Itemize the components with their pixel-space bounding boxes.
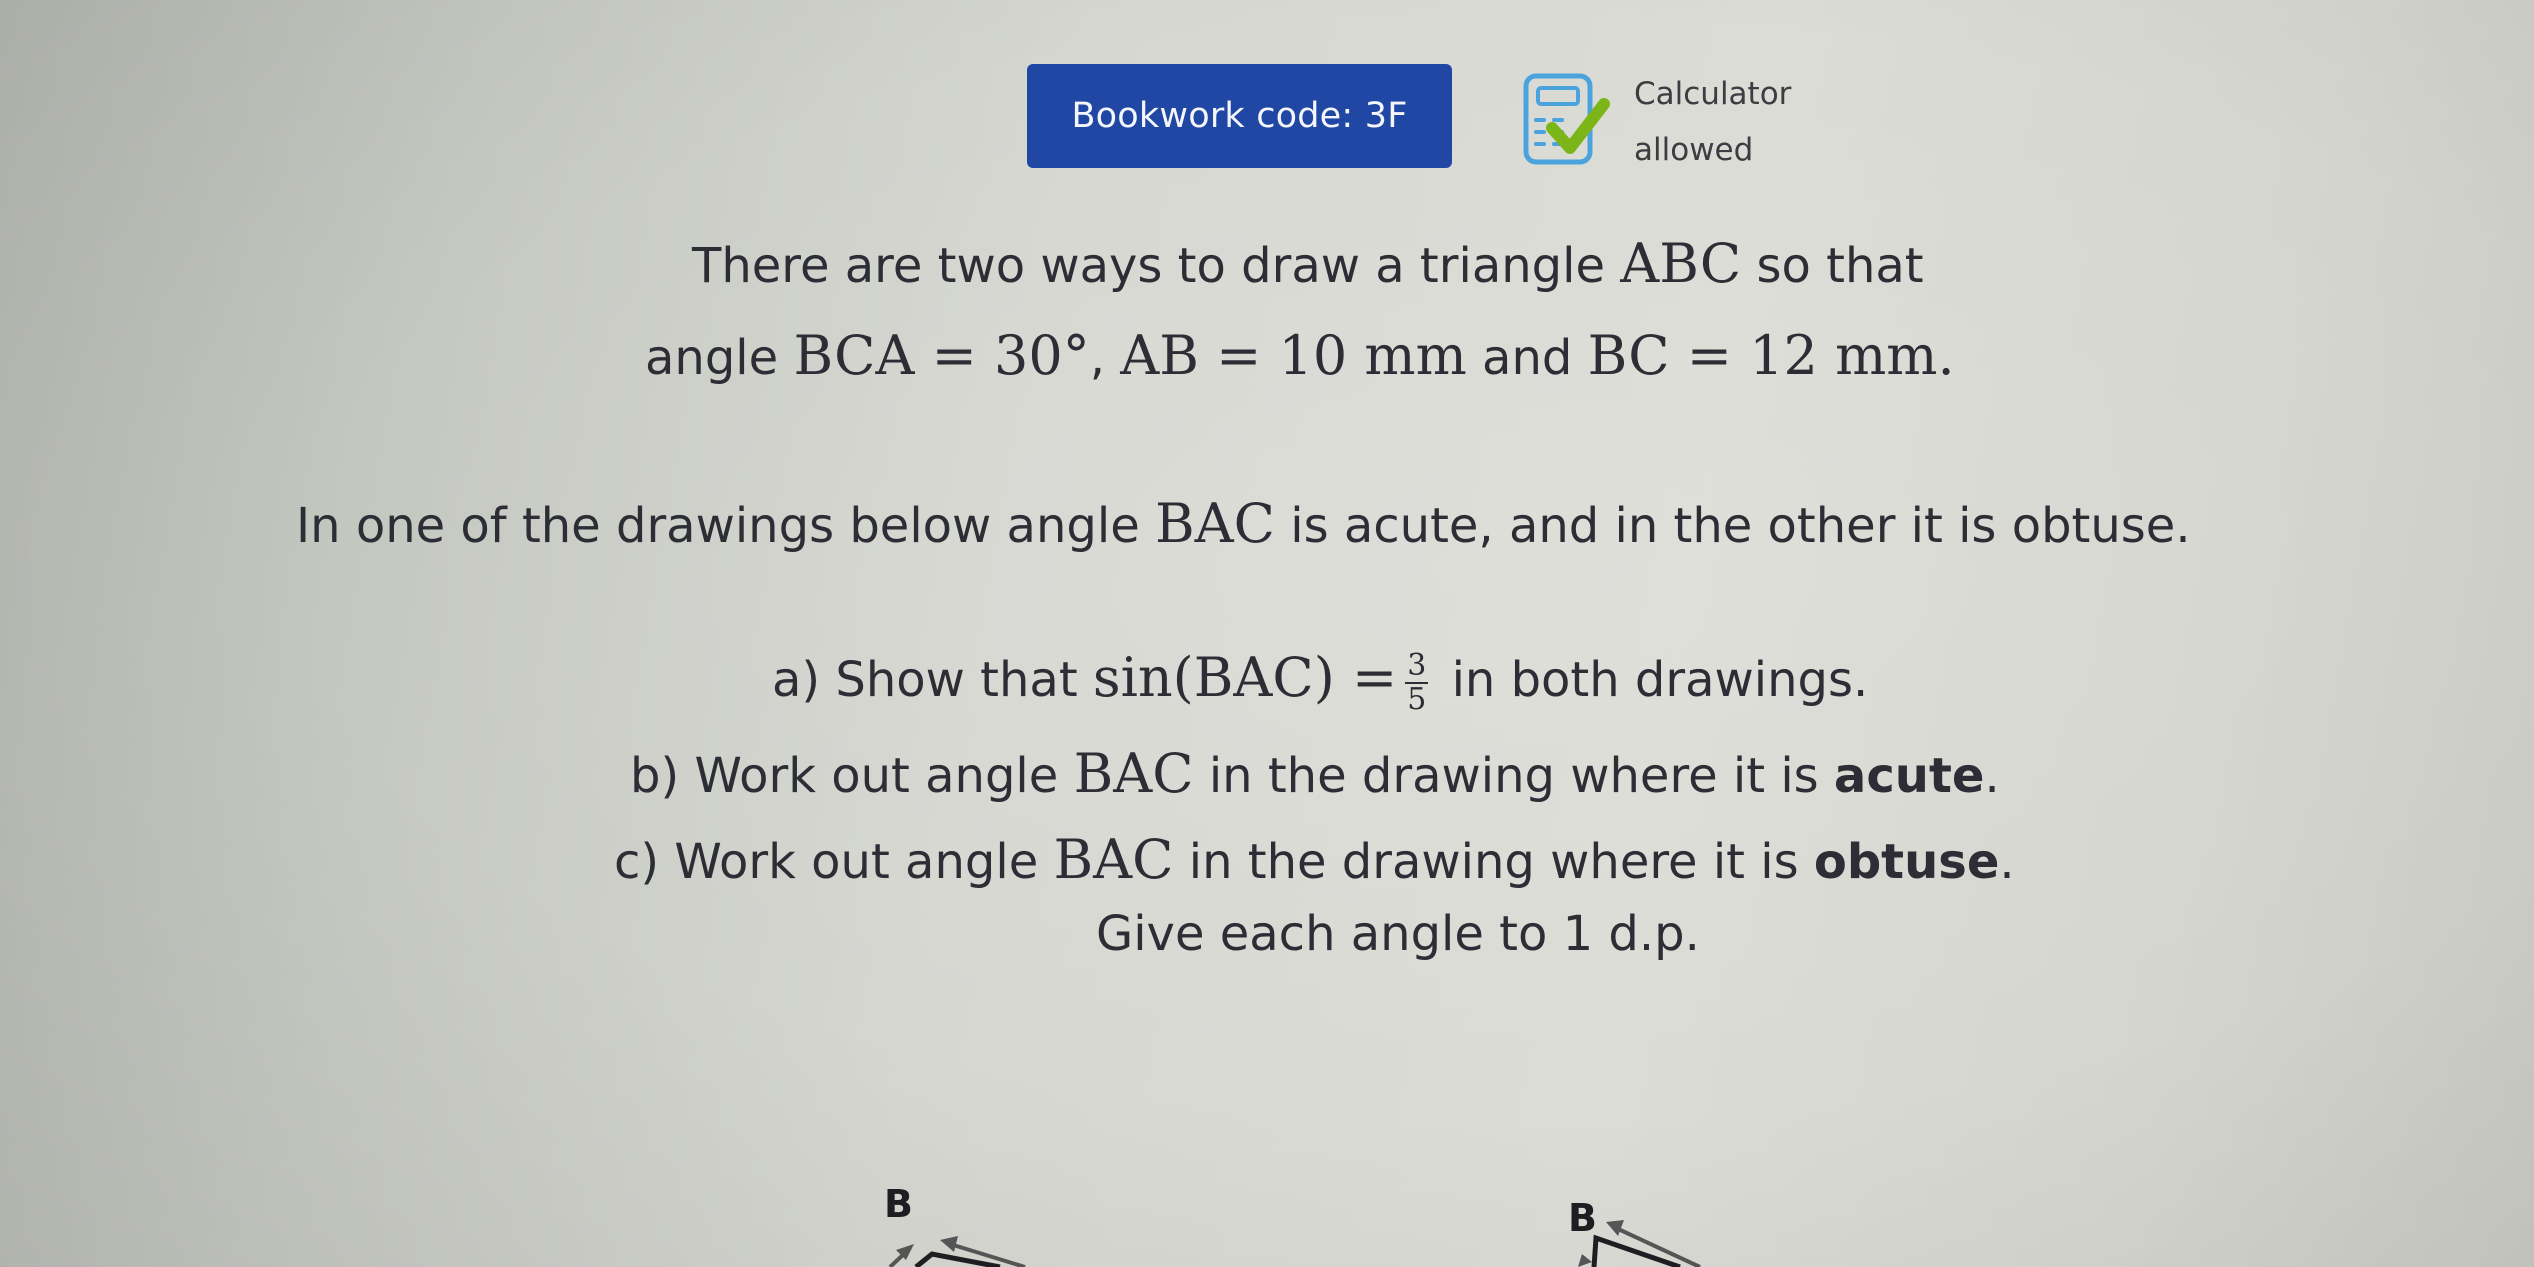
math-ab-length: AB = 10 mm bbox=[1120, 324, 1467, 387]
text: . bbox=[1984, 748, 2000, 804]
math-bac: BAC bbox=[1073, 742, 1194, 805]
text: so that bbox=[1741, 238, 1924, 294]
text: is acute, and in the other it is obtuse. bbox=[1274, 498, 2191, 554]
calculator-label: Calculator bbox=[1634, 76, 1792, 112]
denominator: 5 bbox=[1407, 682, 1427, 717]
math-angle-bca: BCA = 30° bbox=[793, 324, 1090, 387]
text: in the drawing where it is bbox=[1173, 834, 1814, 890]
triangle-drawing bbox=[888, 1236, 1026, 1267]
math-bac: BAC bbox=[1154, 492, 1275, 555]
arrow-head bbox=[1578, 1254, 1592, 1267]
math-sin-bac: sin(BAC) = bbox=[1092, 646, 1398, 709]
arrow-head bbox=[1606, 1220, 1624, 1236]
diagram-obtuse: B bbox=[1540, 1170, 1760, 1267]
math-triangle-abc: ABC bbox=[1620, 232, 1742, 295]
math-bac: BAC bbox=[1053, 828, 1174, 891]
text: a) Show that bbox=[772, 652, 1093, 708]
calculator-allowed-label: allowed bbox=[1634, 132, 1754, 168]
instruction: Give each angle to 1 d.p. bbox=[1096, 906, 1700, 962]
text: angle bbox=[645, 330, 794, 386]
text: c) Work out angle bbox=[614, 834, 1054, 890]
triangle-drawing bbox=[1578, 1220, 1701, 1267]
part-b: b) Work out angle BAC in the drawing whe… bbox=[630, 742, 2000, 805]
part-c: c) Work out angle BAC in the drawing whe… bbox=[614, 828, 2015, 891]
calculator-check-icon bbox=[1518, 70, 1618, 170]
text: b) Work out angle bbox=[630, 748, 1074, 804]
diagram-acute: B bbox=[840, 1170, 1160, 1267]
context-line: In one of the drawings below angle BAC i… bbox=[296, 492, 2191, 555]
text: There are two ways to draw a triangle bbox=[692, 238, 1621, 294]
text: in both drawings. bbox=[1436, 652, 1869, 708]
text: , bbox=[1089, 330, 1121, 386]
emphasis-acute: acute bbox=[1833, 748, 1985, 804]
fraction-three-fifths: 35 bbox=[1405, 648, 1429, 717]
intro-line-2: angle BCA = 30°, AB = 10 mm and BC = 12 … bbox=[645, 324, 1955, 387]
text: In one of the drawings below angle bbox=[296, 498, 1155, 554]
bookwork-code-badge: Bookwork code: 3F bbox=[1027, 64, 1452, 168]
text: . bbox=[1999, 834, 2015, 890]
text: in the drawing where it is bbox=[1193, 748, 1834, 804]
emphasis-obtuse: obtuse bbox=[1813, 834, 2000, 890]
calculator-status: Calculator allowed bbox=[1634, 66, 1791, 178]
numerator: 3 bbox=[1405, 648, 1429, 684]
part-a: a) Show that sin(BAC) = 3 5 in both drawin… bbox=[772, 646, 1868, 716]
arrow-head bbox=[940, 1236, 958, 1252]
photo-shading bbox=[0, 0, 2534, 1267]
text: Give each angle to 1 d.p. bbox=[1096, 906, 1700, 962]
intro-line-1: There are two ways to draw a triangle AB… bbox=[692, 232, 1924, 295]
bookwork-code-label: Bookwork code: 3F bbox=[1071, 96, 1408, 136]
text: and bbox=[1466, 330, 1588, 386]
math-bc-length: BC = 12 mm. bbox=[1587, 324, 1955, 387]
